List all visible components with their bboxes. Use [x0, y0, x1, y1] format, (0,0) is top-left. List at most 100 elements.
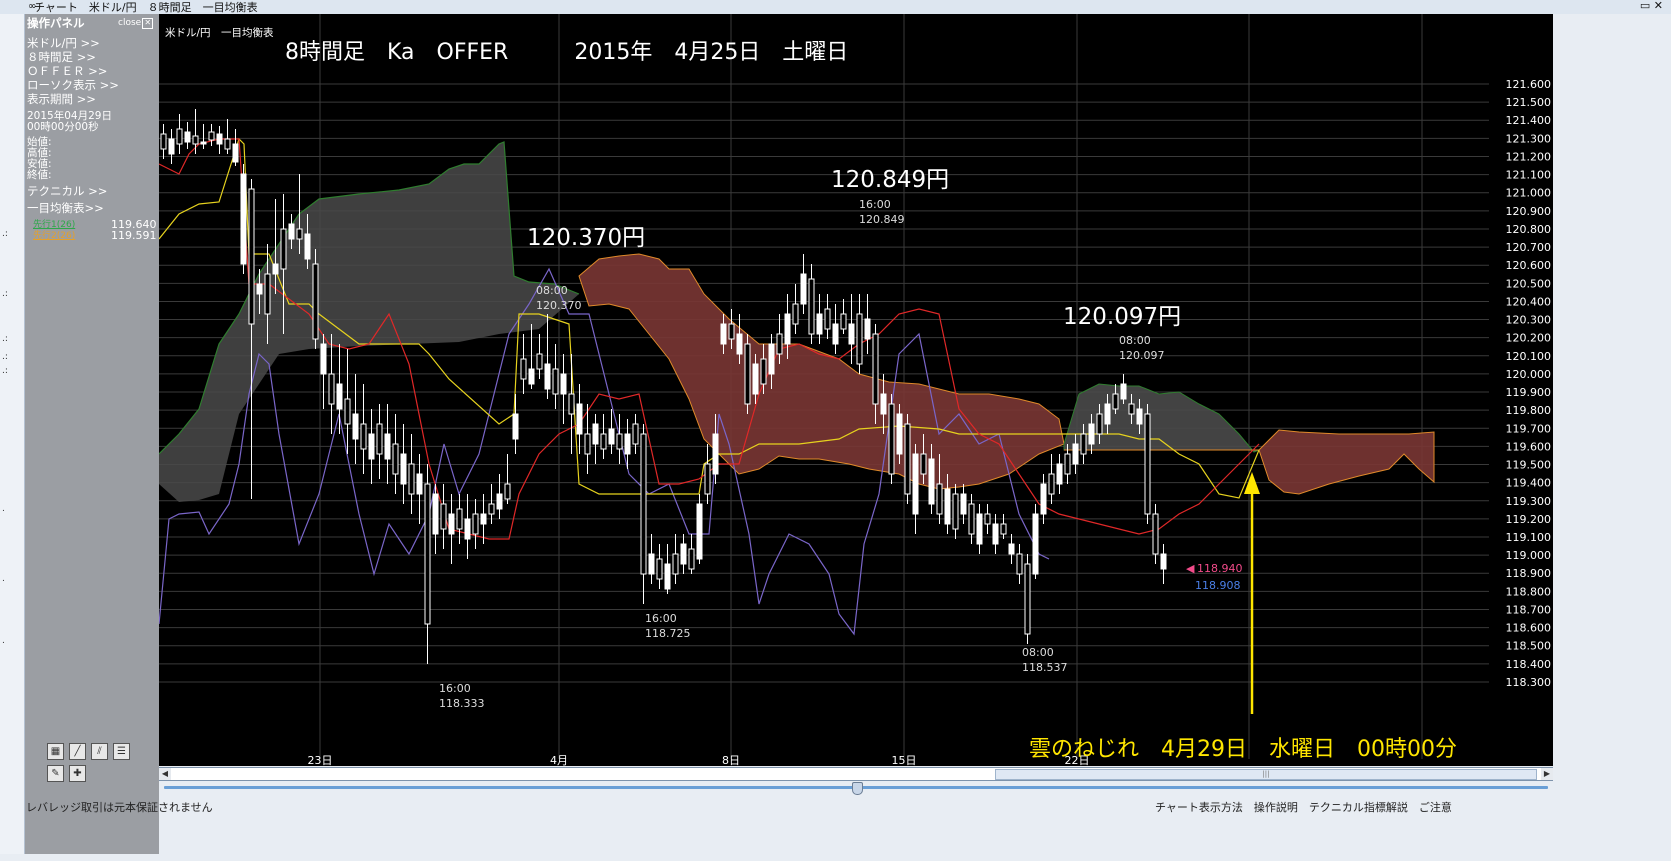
eraser-tool-icon[interactable]: ✎: [47, 765, 64, 782]
candle-body: [720, 323, 727, 345]
candle-body: [792, 303, 799, 325]
panel-item-candle-display[interactable]: ローソク表示 >>: [27, 79, 119, 91]
panel-item-symbol[interactable]: 米ドル/円 >>: [27, 37, 100, 49]
kumo-twist-annotation: 雲のねじれ 4月29日 水曜日 00時00分: [1029, 737, 1457, 762]
candle-body: [776, 333, 783, 355]
crosshair-tool-icon[interactable]: ✚: [69, 765, 86, 782]
price-tick-label: 118.300: [1506, 676, 1552, 689]
price-tick-label: 118.700: [1506, 603, 1552, 616]
candle-body: [688, 548, 695, 570]
candle-body: [368, 433, 375, 460]
left-strip-mark: .:: [2, 289, 8, 299]
control-panel: 操作パネル close ✕ 米ドル/円 >> ８時間足 >> ＯＦＦＥＲ >> ロ…: [25, 14, 159, 854]
candle-body: [336, 383, 343, 410]
price-chart[interactable]: 121.600 121.500 121.400 121.300 121.200 121.1…: [159, 14, 1553, 766]
candle-body: [744, 343, 751, 405]
candle-body: [1048, 473, 1055, 495]
candle-body: [896, 413, 903, 455]
price-tick-label: 121.400: [1506, 114, 1552, 127]
senkou2-label: 先行2(26): [33, 231, 76, 241]
candle-body: [208, 131, 215, 141]
candle-body: [344, 398, 351, 425]
candle-body: [248, 188, 255, 325]
range-slider-knob[interactable]: [852, 782, 863, 795]
extreme-time-label: 08:00: [1119, 334, 1151, 347]
window-controls[interactable]: ▭ ✕: [1640, 0, 1663, 12]
panel-item-technical[interactable]: テクニカル >>: [27, 185, 107, 197]
price-tick-label: 118.800: [1506, 585, 1552, 598]
status-links[interactable]: チャート表示方法 操作説明 テクニカル指標解説 ご注意: [1155, 799, 1452, 815]
candle-body: [488, 503, 495, 515]
scroll-right-icon[interactable]: ▶: [1541, 768, 1553, 780]
candle-body: [1144, 413, 1151, 515]
scroll-left-icon[interactable]: ◀: [159, 768, 171, 780]
chart-horizontal-scrollbar[interactable]: ◀ ||| ▶: [159, 767, 1553, 781]
candle-body: [416, 473, 423, 495]
panel-time: 00時00分00秒: [27, 121, 99, 133]
candle-body: [624, 433, 631, 455]
horizontal-lines-tool-icon[interactable]: ☰: [113, 743, 130, 760]
candle-body: [912, 453, 919, 515]
price-tick-label: 118.600: [1506, 622, 1552, 635]
candle-body: [1136, 408, 1143, 425]
candle-body: [872, 333, 879, 405]
left-strip-mark: .:: [2, 334, 8, 344]
candle-body: [968, 503, 975, 535]
extreme-time-label: 08:00: [536, 284, 568, 297]
price-tick-label: 120.600: [1506, 259, 1552, 272]
extreme-price-label: 118.333: [439, 697, 485, 710]
status-disclaimer: レバレッジ取引は元本保証されません: [26, 801, 213, 814]
panel-item-period[interactable]: 表示期間 >>: [27, 93, 96, 105]
scroll-thumb[interactable]: |||: [995, 769, 1537, 780]
panel-date: 2015年04月29日: [27, 110, 112, 122]
price-tick-label: 120.000: [1506, 368, 1552, 381]
candle-body: [992, 523, 999, 545]
price-tick-label: 121.100: [1506, 169, 1552, 182]
panel-open-label: 始値:: [27, 136, 52, 148]
candle-body: [1016, 553, 1023, 575]
candle-body: [408, 463, 415, 495]
candle-body: [1000, 523, 1007, 535]
candle-body: [816, 313, 823, 335]
candle-body: [640, 433, 647, 575]
color-palette-icon[interactable]: ▦: [47, 743, 64, 760]
window-title: チャート 米ドル/円 ８時間足 一目均衡表: [34, 1, 258, 14]
candle-body: [608, 428, 615, 445]
candle-body: [568, 393, 575, 415]
trendline-tool-icon[interactable]: ╱: [69, 743, 86, 760]
candle-body: [920, 453, 927, 475]
candle-body: [1088, 423, 1095, 445]
close-icon[interactable]: ✕: [142, 18, 154, 29]
candle-body: [264, 273, 271, 315]
price-tick-label: 118.500: [1506, 640, 1552, 653]
candle-body: [696, 503, 703, 560]
candle-body: [448, 513, 455, 535]
price-tick-label: 120.900: [1506, 205, 1552, 218]
parallel-line-tool-icon[interactable]: ⫽: [91, 743, 108, 760]
candle-body: [480, 513, 487, 525]
price-tick-label: 120.200: [1506, 332, 1552, 345]
panel-item-ichimoku[interactable]: 一目均衡表>>: [27, 202, 104, 214]
candle-body: [1096, 413, 1103, 435]
candle-body: [552, 368, 559, 395]
candle-body: [320, 343, 327, 375]
price-tick-label: 119.700: [1506, 422, 1552, 435]
panel-header: 操作パネル: [27, 16, 85, 30]
chart-header-label: 米ドル/円 一目均衡表: [165, 26, 274, 39]
left-strip-mark: .: [2, 504, 5, 514]
price-tick-label: 119.100: [1506, 531, 1552, 544]
panel-close-button[interactable]: close ✕: [118, 18, 154, 29]
candle-body: [376, 423, 383, 455]
candle-body: [504, 483, 511, 500]
panel-item-offer[interactable]: ＯＦＦＥＲ >>: [27, 65, 107, 77]
price-tick-label: 121.600: [1506, 78, 1552, 91]
candle-body: [712, 433, 719, 475]
price-tick-label: 119.500: [1506, 459, 1552, 472]
panel-item-timeframe[interactable]: ８時間足 >>: [27, 51, 96, 63]
candle-body: [728, 323, 735, 340]
candle-body: [288, 223, 295, 240]
candle-body: [880, 393, 887, 415]
range-slider[interactable]: [159, 781, 1553, 796]
left-strip-mark: .: [2, 636, 5, 646]
right-margin: [1553, 14, 1671, 854]
